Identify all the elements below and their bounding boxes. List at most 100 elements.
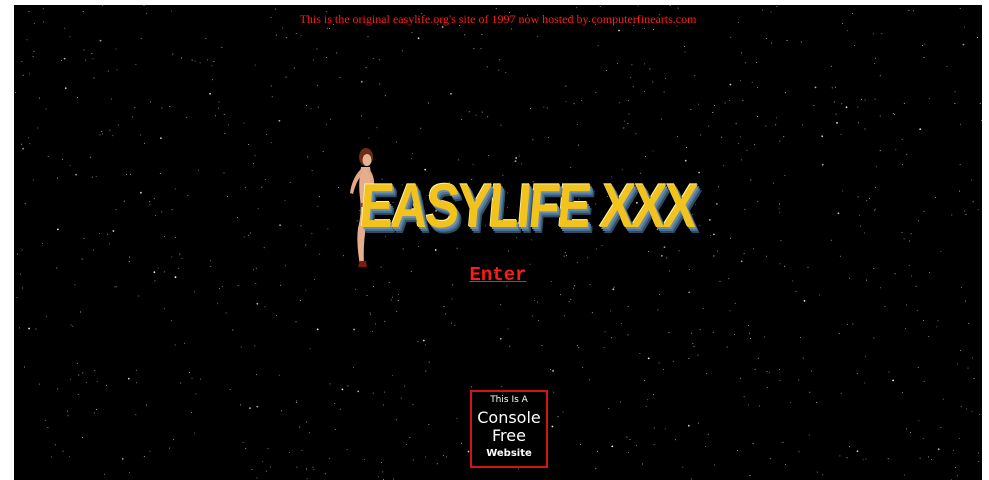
star [940,250,942,252]
star [684,51,686,53]
star [347,385,349,387]
star [169,106,171,108]
star [29,73,31,75]
star [500,304,502,306]
star [903,474,905,476]
star [164,235,165,237]
star [910,233,912,235]
star [641,463,643,465]
star [149,201,151,203]
star [72,325,74,327]
star [954,91,956,93]
star [285,37,287,39]
star [336,52,338,54]
star [26,39,28,41]
star [70,324,72,326]
star [353,328,355,331]
star [716,203,718,205]
star [293,67,295,69]
star [22,74,24,76]
star [675,439,677,441]
star [629,439,631,441]
star [762,9,763,11]
star [773,182,775,184]
star [45,108,47,110]
star [627,306,629,307]
star [135,369,137,371]
star [256,374,258,376]
star [830,239,832,241]
star [307,156,309,158]
star [189,372,190,373]
star [620,401,622,403]
star [530,108,531,110]
star [219,288,221,289]
star [305,244,307,246]
star [300,35,302,37]
star [846,457,848,459]
star [505,72,507,74]
star [608,408,610,409]
star [54,444,56,446]
star [757,357,759,359]
star [576,345,578,347]
star [570,298,572,300]
star [391,296,393,298]
star [425,370,427,372]
star [613,286,615,288]
star [83,237,85,239]
star [758,405,760,407]
star [130,173,131,175]
star [923,380,925,382]
star [972,357,973,359]
star [107,70,109,72]
star [454,325,456,327]
star [32,179,34,181]
star [694,74,696,76]
star [678,250,680,252]
enter-link[interactable]: Enter [14,264,982,286]
star [174,188,176,190]
star [740,136,742,138]
star [643,28,645,30]
star [884,305,886,307]
star [225,312,227,314]
star [468,111,470,113]
star [390,299,392,301]
console-free-badge[interactable]: This Is A Console Free Website [470,390,548,468]
star [121,458,124,460]
star [62,450,64,452]
star [77,97,79,99]
star [660,118,662,120]
star [597,45,599,47]
star [212,79,213,81]
star [460,442,462,444]
logo-wordmark: EASYLIFE XXX [357,172,698,241]
star [936,326,938,328]
star [391,374,393,376]
star [740,80,741,82]
star [858,214,860,216]
star [959,437,961,439]
star [91,53,93,55]
star [21,249,23,251]
star [370,314,372,316]
star [83,49,85,51]
star [902,164,903,166]
star [400,397,402,399]
star [968,322,970,324]
star [834,86,836,88]
star [285,76,287,78]
star [822,474,824,476]
star [481,34,483,36]
star [194,291,195,293]
star [705,446,707,448]
star [875,57,876,59]
star [766,255,767,257]
star [906,428,908,430]
star [317,106,319,108]
badge-line-1: This Is A [490,395,528,405]
star [111,98,113,100]
star [576,123,578,125]
star [722,164,724,166]
